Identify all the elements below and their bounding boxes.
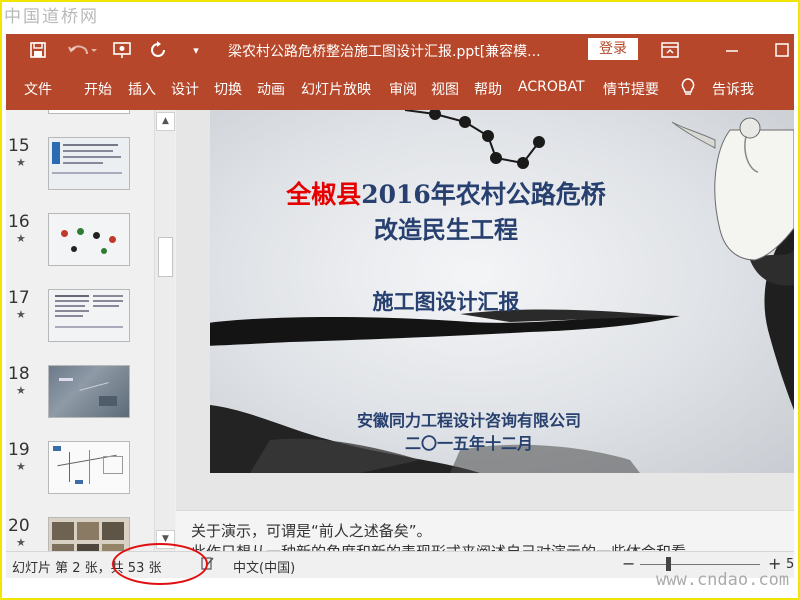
thumbnail-number: 20 (8, 516, 30, 536)
thumbnail-slide-19[interactable] (48, 441, 130, 494)
thumbnail-number: 16 (8, 212, 30, 232)
thumbnail-number: 17 (8, 288, 30, 308)
thumbnail-slide-17[interactable] (48, 289, 130, 342)
refresh-icon[interactable] (146, 38, 170, 62)
language-indicator[interactable]: 中文(中国) (233, 557, 295, 576)
speaker-notes-pane[interactable]: 关于演示，可谓是“前人之述备矣”。 此作只想从一种新的角度和新的表现形式来阐述自… (176, 510, 794, 552)
ribbon-tab-bar: 文件 开始 插入 设计 切换 动画 幻灯片放映 审阅 视图 帮助 ACROBAT… (6, 66, 794, 110)
thumbnail-row-18[interactable]: 18 ★ (6, 364, 156, 440)
maximize-icon[interactable] (770, 38, 794, 62)
customize-qat-icon[interactable]: ▾ (184, 38, 208, 62)
scrollbar-thumb[interactable] (158, 237, 173, 277)
tab-help[interactable]: 帮助 (474, 79, 502, 99)
tab-transitions[interactable]: 切换 (214, 79, 242, 99)
ribbon-display-icon[interactable] (658, 38, 682, 62)
notes-line-1: 关于演示，可谓是“前人之述备矣”。 (191, 522, 432, 540)
thumbnail-row-19[interactable]: 19 ★ (6, 440, 156, 516)
tab-animations[interactable]: 动画 (257, 79, 285, 99)
zoom-slider[interactable] (640, 564, 760, 565)
slide-thumbnail-pane: 15 ★ 16 ★ 17 ★ 18 ★ 19 ★ 20 ★ ▲ ▼ (6, 110, 176, 551)
title-bar: ▾ 梁农村公路危桥整治施工图设计汇报.ppt[兼容模... 登录 (6, 34, 794, 66)
thumbnail-scrollbar[interactable]: ▲ ▼ (154, 110, 175, 551)
thumbnail-number: 15 (8, 136, 30, 156)
zoom-slider-thumb[interactable] (666, 557, 671, 571)
slide-date[interactable]: 二〇一五年十二月 (210, 430, 728, 454)
animation-star-icon: ★ (16, 308, 26, 321)
slide-subtitle[interactable]: 施工图设计汇报 (210, 286, 682, 316)
watermark-top: 中国道桥网 (4, 7, 99, 27)
thumbnail-slide-15[interactable] (48, 137, 130, 190)
thumbnail-number: 18 (8, 364, 30, 384)
thumbnail-number: 19 (8, 440, 30, 460)
slide-title-line1[interactable]: 全椒县2016年农村公路危桥 (210, 175, 682, 211)
tab-slideshow[interactable]: 幻灯片放映 (301, 79, 371, 99)
login-button[interactable]: 登录 (588, 38, 638, 60)
thumbnail-slide-16[interactable] (48, 213, 130, 266)
tab-home[interactable]: 开始 (84, 79, 112, 99)
zoom-out-button[interactable]: − (622, 554, 635, 573)
thumbnail-row-15[interactable]: 15 ★ (6, 136, 156, 212)
animation-star-icon: ★ (16, 536, 26, 549)
tell-me-button[interactable]: 告诉我 (712, 79, 754, 99)
slide-title-line2[interactable]: 改造民生工程 (210, 210, 682, 245)
tab-review[interactable]: 审阅 (389, 79, 417, 99)
undo-icon[interactable] (64, 38, 100, 62)
thumbnail-row-17[interactable]: 17 ★ (6, 288, 156, 364)
lightbulb-icon[interactable] (680, 77, 696, 101)
tab-storyboarding[interactable]: 情节提要 (603, 79, 659, 99)
thumbnail-slide-14-partial[interactable] (48, 110, 130, 114)
thumbnail-slide-20[interactable] (48, 517, 130, 551)
tab-acrobat[interactable]: ACROBAT (518, 79, 585, 95)
tab-file[interactable]: 文件 (24, 79, 52, 99)
window-title: 梁农村公路危桥整治施工图设计汇报.ppt[兼容模... (228, 44, 541, 60)
tab-view[interactable]: 视图 (431, 79, 459, 99)
thumbnail-slide-18[interactable] (48, 365, 130, 418)
slide-title-year: 2016年农村公路危桥 (361, 180, 606, 209)
slide-title-county: 全椒县 (286, 180, 362, 209)
thumbnail-row-16[interactable]: 16 ★ (6, 212, 156, 288)
slide-company[interactable]: 安徽同力工程设计咨询有限公司 (210, 407, 728, 431)
scroll-up-icon[interactable]: ▲ (156, 112, 175, 131)
slideshow-icon[interactable] (110, 38, 134, 62)
animation-star-icon: ★ (16, 156, 26, 169)
minimize-icon[interactable] (720, 38, 744, 62)
tab-insert[interactable]: 插入 (128, 79, 156, 99)
save-icon[interactable] (26, 38, 50, 62)
annotation-highlight-ellipse (112, 543, 208, 585)
tab-design[interactable]: 设计 (171, 79, 199, 99)
current-slide[interactable]: 全椒县2016年农村公路危桥 改造民生工程 施工图设计汇报 安徽同力工程设计咨询… (210, 110, 794, 473)
animation-star-icon: ★ (16, 460, 26, 473)
animation-star-icon: ★ (16, 384, 26, 397)
animation-star-icon: ★ (16, 232, 26, 245)
watermark-bottom: www.cndao.com (656, 570, 790, 590)
